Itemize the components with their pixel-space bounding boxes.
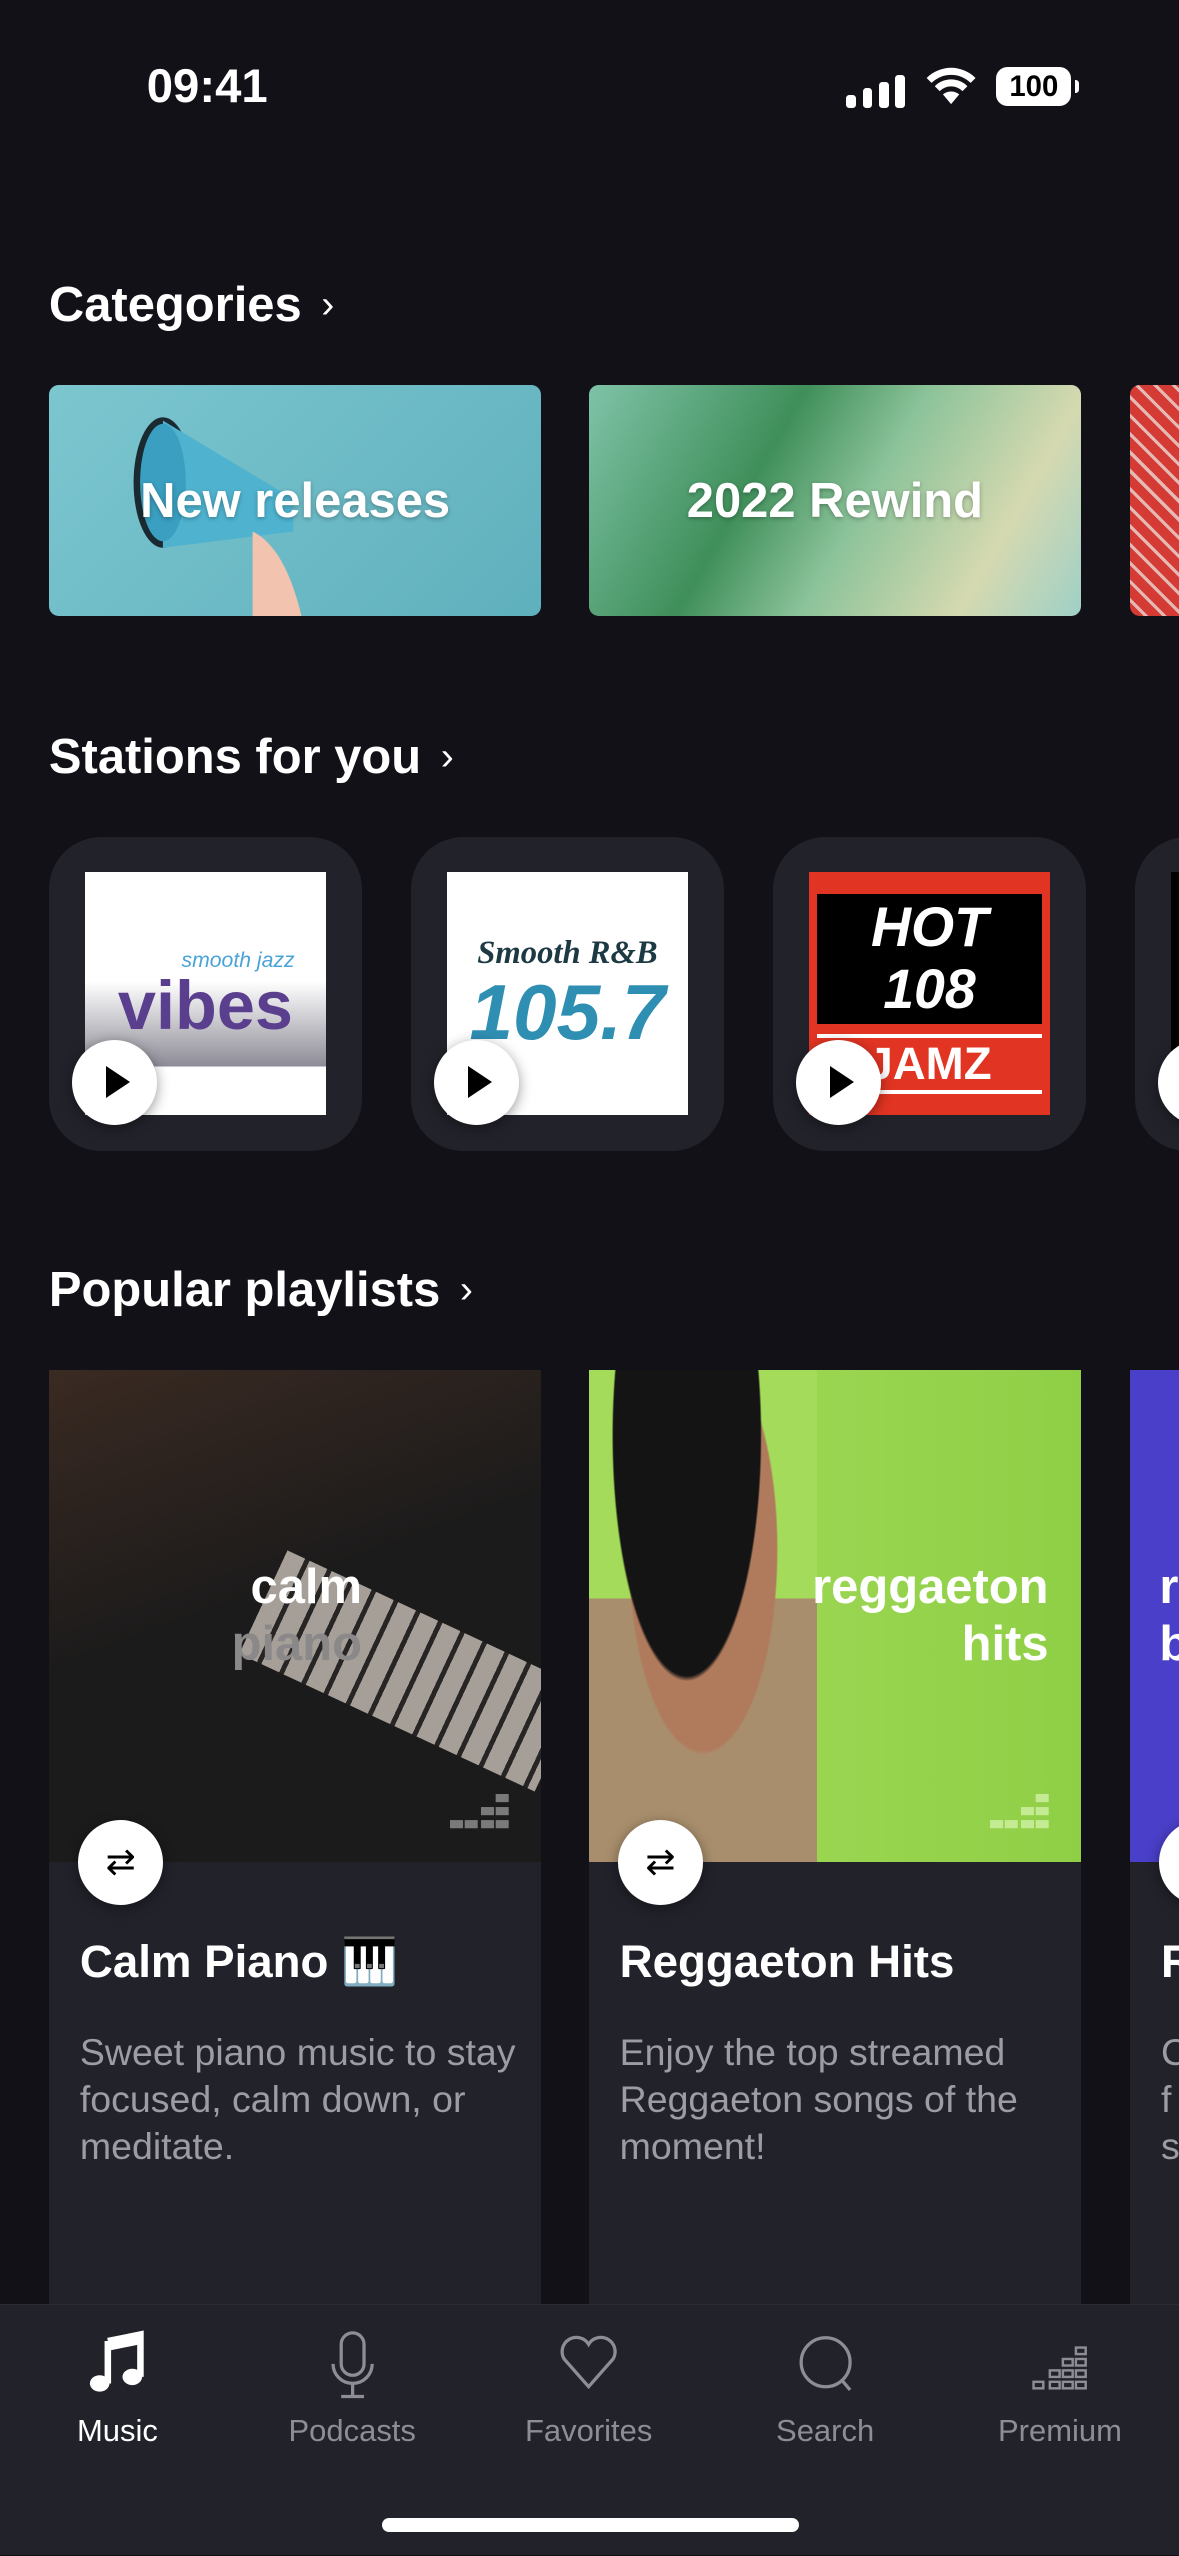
cover-title-line1: reggaeton: [812, 1559, 1049, 1614]
playlist-description: C f s: [1161, 2031, 1179, 2168]
cover-title-line2: piano: [231, 1617, 362, 1672]
playlist-description: Sweet piano music to stay focused, calm …: [79, 2030, 516, 2168]
music-note-icon: [89, 2330, 144, 2392]
home-indicator[interactable]: [381, 2517, 800, 2533]
tab-podcasts[interactable]: Podcasts: [254, 2328, 450, 2449]
battery-indicator: 100: [996, 66, 1080, 106]
playlist-title: Reggaeton Hits: [619, 1935, 955, 1987]
play-button[interactable]: [71, 1040, 157, 1126]
cover-title-line1: r: [1159, 1559, 1179, 1614]
categories-header[interactable]: Categories ›: [49, 277, 334, 333]
logo-text: 105.7: [469, 967, 666, 1056]
playlist-card-partial[interactable]: rb ⇄ R C f s: [1130, 1369, 1179, 2349]
logo-subtitle: Smooth R&B: [477, 934, 658, 971]
station-card-hot-108[interactable]: HOT 108 JAMZ: [772, 836, 1087, 1152]
cover-title-line2: b: [1159, 1616, 1179, 1673]
tab-label: Favorites: [524, 2412, 653, 2448]
playlist-title: Calm Piano 🎹: [79, 1935, 398, 1987]
tab-label: Podcasts: [288, 2412, 416, 2448]
status-time: 09:41: [146, 59, 268, 113]
cellular-signal-icon: [846, 68, 906, 108]
tab-label: Premium: [998, 2412, 1122, 2448]
wifi-icon: [926, 67, 976, 105]
tab-label: Music: [76, 2412, 158, 2448]
category-card-holiday[interactable]: [1130, 384, 1179, 617]
tab-favorites[interactable]: Favorites: [491, 2328, 687, 2449]
tab-search[interactable]: Search: [727, 2328, 923, 2449]
category-label: 2022 Rewind: [686, 473, 984, 528]
playlist-cover: rb: [1130, 1369, 1179, 1863]
play-button[interactable]: [795, 1040, 881, 1126]
playlist-card-reggaeton-hits[interactable]: reggaeton hits ⇄ Reggaeton Hits Enjoy the…: [588, 1369, 1082, 2349]
playlist-description: Enjoy the top streamed Reggaeton songs o…: [619, 2030, 1018, 2168]
heart-icon: [560, 2335, 617, 2390]
shuffle-button[interactable]: ⇄: [618, 1819, 703, 1905]
section-title: Categories: [48, 278, 302, 333]
station-card-smooth-rnb[interactable]: Smooth R&B 105.7: [410, 836, 725, 1152]
playlist-cover: reggaeton hits: [588, 1369, 1082, 1863]
logo-text: HOT 108: [816, 893, 1042, 1025]
playlist-card-calm-piano[interactable]: calm piano ⇄ Calm Piano 🎹 Sweet piano mus…: [48, 1369, 542, 2349]
music-home-screen: 09:41 100 Categories › New releases 2022 …: [0, 0, 1179, 2556]
playlist-title: R: [1161, 1936, 1179, 1988]
tab-premium[interactable]: Premium: [962, 2328, 1158, 2449]
search-icon: [799, 2336, 852, 2392]
section-title: Popular playlists: [48, 1263, 441, 1318]
logo-text: vibes: [117, 967, 293, 1045]
chevron-right-icon: ›: [440, 734, 454, 778]
category-card-2022-rewind[interactable]: 2022 Rewind: [588, 384, 1082, 617]
cover-title-line1: calm: [250, 1559, 362, 1614]
tab-label: Search: [776, 2412, 875, 2448]
tab-music[interactable]: Music: [20, 2328, 216, 2449]
shuffle-button[interactable]: ⇄: [78, 1819, 164, 1905]
station-card-partial[interactable]: [1134, 836, 1179, 1152]
play-button[interactable]: [433, 1040, 519, 1126]
play-button[interactable]: [1157, 1040, 1179, 1126]
chevron-right-icon: ›: [321, 283, 335, 327]
deezer-logo-icon: [450, 1793, 509, 1829]
section-title: Stations for you: [48, 729, 422, 784]
equalizer-icon: [1032, 2346, 1088, 2390]
category-label: New releases: [140, 473, 451, 528]
deezer-logo-icon: [989, 1793, 1049, 1829]
category-card-new-releases[interactable]: New releases: [48, 384, 542, 617]
microphone-icon: [331, 2331, 374, 2399]
playlists-header[interactable]: Popular playlists ›: [49, 1262, 473, 1318]
cover-title-line2: hits: [961, 1617, 1049, 1672]
stations-header[interactable]: Stations for you ›: [49, 729, 454, 785]
playlist-cover: calm piano: [48, 1369, 542, 1863]
chevron-right-icon: ›: [459, 1268, 473, 1312]
station-card-vibes[interactable]: smooth jazz vibes: [48, 836, 362, 1152]
